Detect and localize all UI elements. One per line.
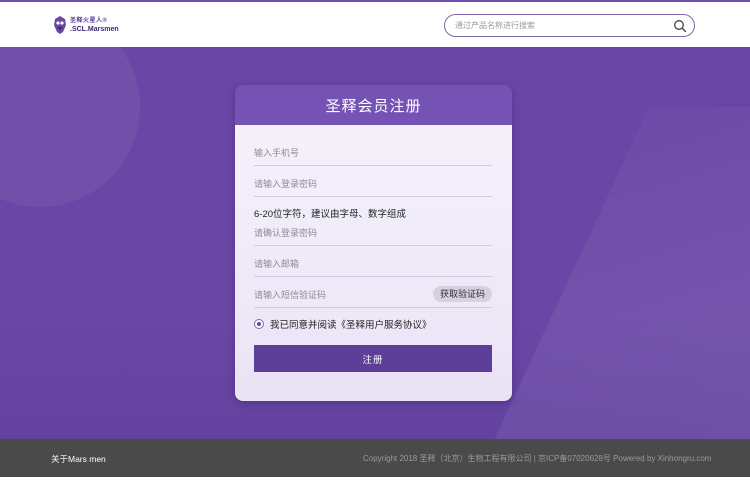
site-logo[interactable]: 圣释火星人® .SCL.Marsmen [53,13,123,37]
register-title: 圣释会员注册 [325,97,422,115]
main-banner: 圣释会员注册 6-20位字符，建议由字母、数字组成 获取验证码 我已同意 [0,47,750,439]
password-field-row [254,173,492,197]
logo-en-text: .SCL.Marsmen [70,25,119,33]
register-button[interactable]: 注册 [254,345,492,372]
register-card: 圣释会员注册 6-20位字符，建议由字母、数字组成 获取验证码 我已同意 [235,85,512,401]
site-footer: 关于Mars men Copyright 2018 圣释（北京）生物工程有限公司… [0,439,750,477]
phone-input[interactable] [254,142,492,164]
confirm-password-input[interactable] [254,222,492,244]
sms-code-input[interactable] [254,284,424,306]
bottom-strip [0,477,750,493]
background-decoration [0,47,140,207]
get-code-button[interactable]: 获取验证码 [432,286,492,302]
sms-code-field-row: 获取验证码 [254,284,492,308]
register-card-header: 圣释会员注册 [235,85,512,125]
email-field-row [254,253,492,277]
password-hint: 6-20位字符，建议由字母、数字组成 [254,209,407,220]
search-icon[interactable] [673,19,687,33]
footer-copyright: Copyright 2018 圣释（北京）生物工程有限公司 | 京ICP备070… [363,454,712,463]
register-form: 6-20位字符，建议由字母、数字组成 获取验证码 我已同意并阅读《圣释用户服务协… [235,125,512,401]
logo-mark-icon [54,16,66,34]
footer-about-link[interactable]: 关于Mars men [51,453,106,465]
top-header: 圣释火星人® .SCL.Marsmen [0,0,750,47]
phone-field-row [254,142,492,166]
logo-cn-text: 圣释火星人® [70,17,108,24]
password-input[interactable] [254,173,492,195]
agreement-label[interactable]: 我已同意并阅读《圣释用户服务协议》 [270,317,432,331]
search-box [444,14,695,37]
search-input[interactable] [455,18,655,33]
email-input[interactable] [254,253,492,275]
agree-radio[interactable] [254,319,264,329]
agreement-row: 我已同意并阅读《圣释用户服务协议》 [254,317,432,331]
confirm-password-field-row [254,222,492,246]
